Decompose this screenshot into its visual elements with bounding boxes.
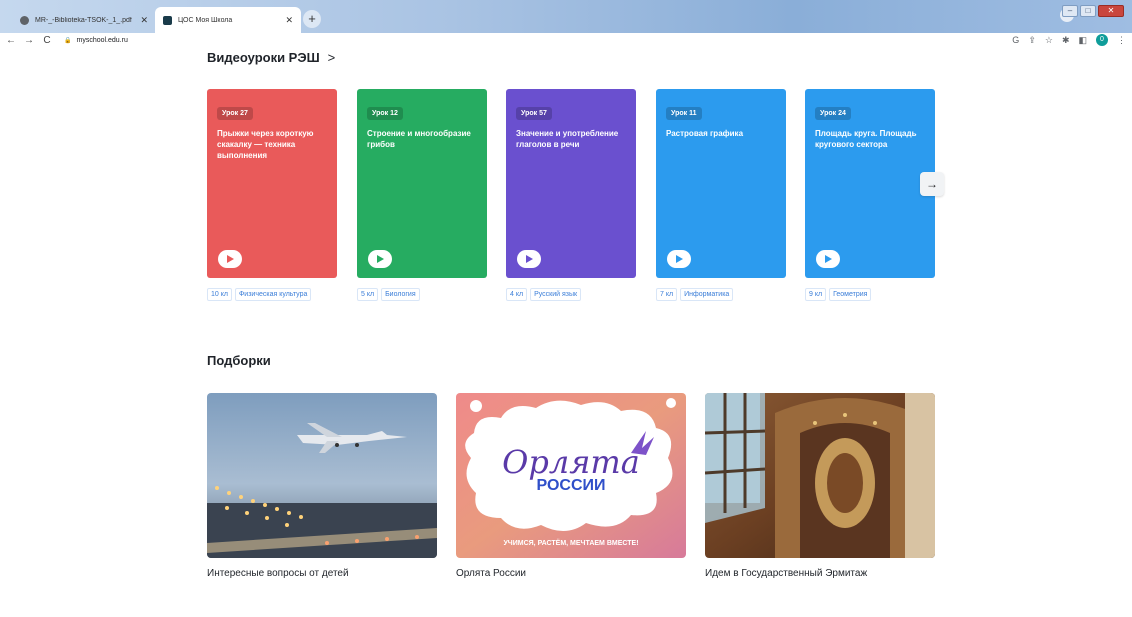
lesson-card[interactable]: Урок 12 Строение и многообразие грибов — [357, 89, 487, 278]
share-icon[interactable]: ⇪ — [1028, 35, 1036, 46]
lesson-tags: 5 кл Биология — [357, 288, 420, 301]
toolbar-actions: G ⇪ ☆ ✱ ◧ 0 ⋮ — [1012, 33, 1126, 47]
collection-caption[interactable]: Идем в Государственный Эрмитаж — [705, 568, 867, 579]
lesson-card[interactable]: Урок 57 Значение и употребление глаголов … — [506, 89, 636, 278]
lesson-title: Растровая графика — [666, 129, 744, 138]
bookmark-star-icon[interactable]: ☆ — [1045, 35, 1053, 46]
collection-image-orlyata[interactable]: Орлята РОССИИ УЧИМСЯ, РАСТЁМ, МЕЧТАЕМ ВМ… — [456, 393, 686, 558]
videos-section-title[interactable]: Видеоуроки РЭШ > — [207, 50, 335, 65]
collection-image-hermitage[interactable] — [705, 393, 935, 558]
minimize-button[interactable]: – — [1062, 5, 1078, 17]
lesson-number-badge: Урок 24 — [815, 107, 851, 120]
grade-tag[interactable]: 9 кл — [805, 288, 827, 301]
extensions-icon[interactable]: ✱ — [1062, 35, 1070, 46]
url-text: myschool.edu.ru — [76, 36, 128, 44]
collection-image-questions[interactable] — [207, 393, 437, 558]
browser-tab-myschool[interactable]: ЦОС Моя Школа ✕ — [155, 7, 301, 33]
menu-icon[interactable]: ⋮ — [1117, 35, 1126, 46]
orlyata-rossii-image: Орлята РОССИИ УЧИМСЯ, РАСТЁМ, МЕЧТАЕМ ВМ… — [456, 393, 686, 558]
side-panel-icon[interactable]: ◧ — [1078, 35, 1087, 46]
play-icon[interactable] — [218, 250, 242, 268]
lesson-number-badge: Урок 27 — [217, 107, 253, 120]
lesson-tags: 9 кл Геометрия — [805, 288, 872, 301]
globe-icon — [20, 15, 29, 25]
window-close-button[interactable]: ✕ — [1098, 5, 1124, 17]
lesson-title: Значение и употребление глаголов в речи — [516, 129, 619, 149]
subject-tag[interactable]: Физическая культура — [234, 288, 312, 301]
lesson-card[interactable]: Урок 27 Прыжки через короткую скакалку — … — [207, 89, 337, 278]
window-controls: – □ ✕ — [1062, 5, 1124, 17]
lesson-card[interactable]: Урок 24 Площадь круга. Площадь кругового … — [805, 89, 935, 278]
lesson-tags: 7 кл Информатика — [656, 288, 734, 301]
lesson-card[interactable]: Урок 11 Растровая графика — [656, 89, 786, 278]
close-icon[interactable]: ✕ — [285, 15, 293, 26]
collection-caption[interactable]: Интересные вопросы от детей — [207, 568, 349, 579]
lesson-title: Прыжки через короткую скакалку — техника… — [217, 129, 314, 160]
lesson-number-badge: Урок 57 — [516, 107, 552, 120]
grade-tag[interactable]: 7 кл — [656, 288, 678, 301]
browser-tab-pdf[interactable]: MR-_-Biblioteka-TSOK-_1_.pdf ✕ — [12, 7, 156, 33]
close-icon[interactable]: ✕ — [140, 15, 148, 26]
lesson-number-badge: Урок 11 — [666, 107, 702, 120]
rossii-logo-text: РОССИИ — [536, 477, 605, 494]
lock-icon: 🔒 — [64, 37, 72, 44]
play-icon[interactable] — [816, 250, 840, 268]
translate-icon[interactable]: G — [1012, 35, 1019, 45]
play-icon[interactable] — [667, 250, 691, 268]
play-icon[interactable] — [517, 250, 541, 268]
reload-button[interactable]: C — [40, 35, 54, 46]
subject-tag[interactable]: Биология — [381, 288, 420, 301]
lesson-tags: 4 кл Русский язык — [506, 288, 582, 301]
new-tab-button[interactable]: + — [303, 10, 321, 28]
videos-title-text: Видеоуроки РЭШ — [207, 50, 320, 65]
lesson-title: Строение и многообразие грибов — [367, 129, 471, 149]
browser-toolbar: ← → C 🔒 myschool.edu.ru G ⇪ ☆ ✱ ◧ 0 ⋮ — [0, 33, 1132, 47]
lesson-tags: 10 кл Физическая культура — [207, 288, 312, 301]
forward-button[interactable]: → — [22, 35, 36, 46]
tab-title: ЦОС Моя Школа — [178, 16, 233, 24]
collection-caption[interactable]: Орлята России — [456, 568, 526, 579]
grade-tag[interactable]: 4 кл — [506, 288, 528, 301]
grade-tag[interactable]: 10 кл — [207, 288, 232, 301]
profile-avatar[interactable]: 0 — [1096, 34, 1108, 46]
airplane-runway-image — [207, 393, 437, 558]
lesson-number-badge: Урок 12 — [367, 107, 403, 120]
carousel-next-button[interactable]: → — [920, 172, 944, 196]
back-button[interactable]: ← — [4, 35, 18, 46]
school-favicon-icon — [163, 15, 172, 25]
chevron-right-icon: > — [327, 50, 336, 65]
lesson-title: Площадь круга. Площадь кругового сектора — [815, 129, 917, 149]
collections-section-title: Подборки — [207, 353, 271, 368]
orlyata-slogan: УЧИМСЯ, РАСТЁМ, МЕЧТАЕМ ВМЕСТЕ! — [503, 539, 638, 547]
maximize-button[interactable]: □ — [1080, 5, 1096, 17]
tab-title: MR-_-Biblioteka-TSOK-_1_.pdf — [35, 16, 132, 24]
subject-tag[interactable]: Геометрия — [829, 288, 872, 301]
subject-tag[interactable]: Русский язык — [530, 288, 582, 301]
play-icon[interactable] — [368, 250, 392, 268]
hermitage-interior-image — [705, 393, 935, 558]
browser-tab-strip: MR-_-Biblioteka-TSOK-_1_.pdf ✕ ЦОС Моя Ш… — [0, 0, 1132, 33]
address-bar[interactable]: 🔒 myschool.edu.ru — [64, 37, 128, 44]
orlyata-logo-text: Орлята — [502, 443, 640, 481]
grade-tag[interactable]: 5 кл — [357, 288, 379, 301]
subject-tag[interactable]: Информатика — [680, 288, 734, 301]
